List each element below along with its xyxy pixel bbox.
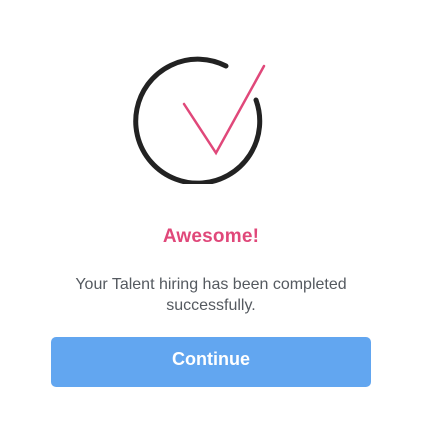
dialog-title: Awesome! (162, 226, 260, 247)
dialog-message: Your Talent hiring has been completed su… (75, 276, 347, 314)
continue-button[interactable]: Continue (51, 337, 371, 387)
check-circle-icon (128, 52, 268, 184)
success-dialog: Awesome! Your Talent hiring has been com… (0, 0, 422, 422)
